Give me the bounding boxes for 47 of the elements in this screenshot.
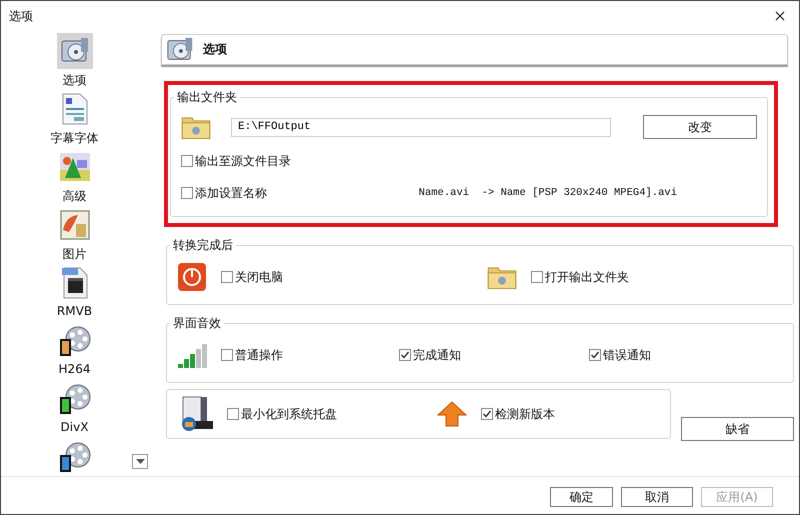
checkbox[interactable] xyxy=(481,408,493,420)
picture-icon xyxy=(60,210,90,240)
checkbox-label: 完成通知 xyxy=(413,346,461,364)
group-title: 界面音效 xyxy=(172,315,222,332)
checkbox[interactable] xyxy=(399,349,411,361)
sidebar-label[interactable]: H264 xyxy=(58,362,90,376)
power-icon xyxy=(177,262,207,292)
checkbox-label: 普通操作 xyxy=(235,346,283,364)
taskbar-window-icon xyxy=(179,396,213,432)
checkbox[interactable] xyxy=(531,271,543,283)
close-icon xyxy=(775,10,785,20)
checkbox-label: 添加设置名称 xyxy=(195,184,267,202)
change-button[interactable]: 改变 xyxy=(643,115,757,139)
default-button[interactable]: 缺省 xyxy=(681,417,794,441)
dialog-button[interactable]: 取消 xyxy=(621,487,693,507)
sidebar-label[interactable]: 选项 xyxy=(62,72,86,89)
document-icon xyxy=(62,93,88,125)
video-file-icon xyxy=(60,267,88,299)
group-title: 转换完成后 xyxy=(172,237,234,254)
checkbox[interactable] xyxy=(227,408,239,420)
checkbox-label: 检测新版本 xyxy=(495,406,555,422)
sidebar-label[interactable]: 字幕字体 xyxy=(50,130,98,147)
sidebar-label[interactable]: 高级 xyxy=(62,188,86,205)
up-arrow-icon xyxy=(437,401,467,427)
window-title: 选项 xyxy=(9,8,33,24)
group-title: 输出文件夹 xyxy=(176,89,238,106)
checkbox-label: 关闭电脑 xyxy=(235,268,283,286)
filename-example: Name.avi -> Name [PSP 320x240 MPEG4].avi xyxy=(418,187,677,199)
sidebar-label[interactable]: RMVB xyxy=(56,304,92,318)
checkbox-label: 错误通知 xyxy=(603,346,651,364)
checkbox[interactable] xyxy=(221,349,233,361)
checkbox-label: 打开输出文件夹 xyxy=(545,268,629,286)
checkbox[interactable] xyxy=(589,349,601,361)
checkbox[interactable] xyxy=(181,187,193,199)
sidebar-label[interactable]: DivX xyxy=(60,420,88,434)
checkbox-label: 输出至源文件目录 xyxy=(195,152,291,170)
caret-icon xyxy=(136,459,144,464)
checkbox-label: 最小化到系统托盘 xyxy=(241,406,337,422)
path-field[interactable]: E:\FFOutput xyxy=(231,118,611,136)
signal-bars-icon xyxy=(177,342,207,368)
landscape-icon xyxy=(58,152,90,182)
scroll-down-button[interactable] xyxy=(132,454,148,469)
section-title: 选项 xyxy=(203,41,227,58)
checkbox[interactable] xyxy=(181,155,193,167)
sidebar-label[interactable]: 图片 xyxy=(62,246,86,263)
checkbox[interactable] xyxy=(221,271,233,283)
dialog-button[interactable]: 确定 xyxy=(550,487,613,507)
